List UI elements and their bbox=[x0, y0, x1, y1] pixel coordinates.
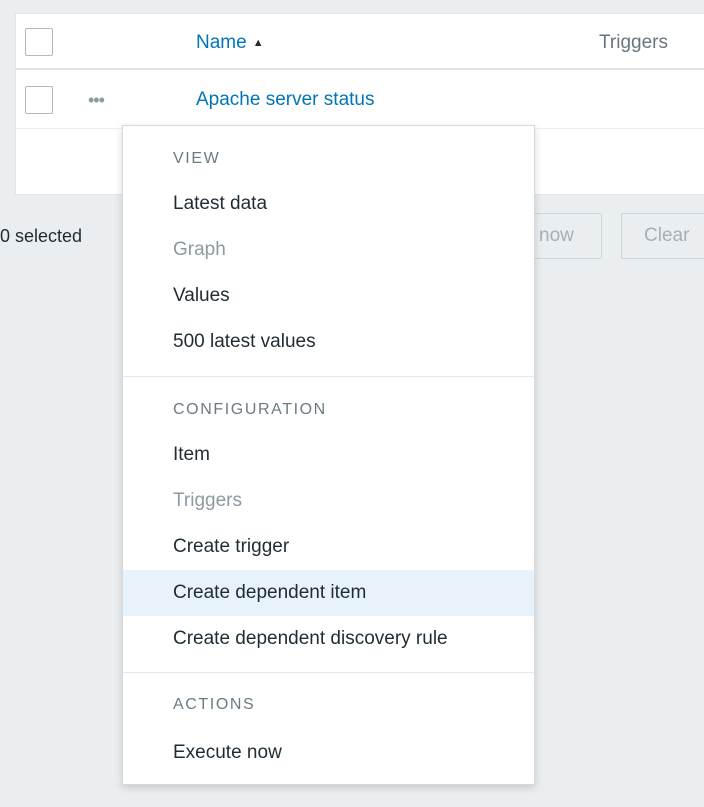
item-name-link[interactable]: Apache server status bbox=[196, 89, 374, 111]
menu-item-create-dependent-item[interactable]: Create dependent item bbox=[123, 570, 534, 616]
selected-count: 0 selected bbox=[0, 226, 83, 246]
menu-item-values[interactable]: Values bbox=[123, 273, 534, 319]
menu-item-500-latest-values[interactable]: 500 latest values bbox=[123, 319, 534, 365]
page: Name ▲ Triggers ••• Apache server status … bbox=[0, 0, 704, 807]
menu-section-actions-title: ACTIONS bbox=[173, 696, 256, 713]
menu-section-view-title: VIEW bbox=[173, 150, 221, 167]
menu-divider bbox=[123, 376, 534, 377]
menu-item-triggers: Triggers bbox=[173, 490, 242, 511]
menu-item-latest-data[interactable]: Latest data bbox=[123, 181, 534, 227]
column-header-name[interactable]: Name ▲ bbox=[196, 32, 264, 54]
menu-item-item[interactable]: Item bbox=[123, 432, 534, 478]
menu-item-graph: Graph bbox=[173, 239, 226, 260]
menu-item-execute-now[interactable]: Execute now bbox=[123, 730, 534, 776]
clear-history-button[interactable]: Clear bbox=[621, 213, 704, 259]
row-checkbox[interactable] bbox=[25, 86, 53, 114]
column-header-name-label: Name bbox=[196, 32, 247, 53]
menu-divider bbox=[123, 672, 534, 673]
select-all-checkbox[interactable] bbox=[25, 28, 53, 56]
table-row: ••• Apache server status bbox=[16, 72, 704, 129]
menu-item-create-trigger[interactable]: Create trigger bbox=[123, 524, 534, 570]
context-menu: VIEW Latest data Graph Values 500 latest… bbox=[122, 125, 535, 785]
sort-ascending-icon: ▲ bbox=[252, 37, 264, 49]
menu-section-configuration-title: CONFIGURATION bbox=[173, 401, 327, 418]
column-header-triggers: Triggers bbox=[599, 32, 668, 53]
table-header-row: Name ▲ Triggers bbox=[16, 14, 704, 70]
menu-item-create-dependent-discovery-rule[interactable]: Create dependent discovery rule bbox=[123, 616, 534, 662]
more-options-icon[interactable]: ••• bbox=[88, 91, 105, 109]
